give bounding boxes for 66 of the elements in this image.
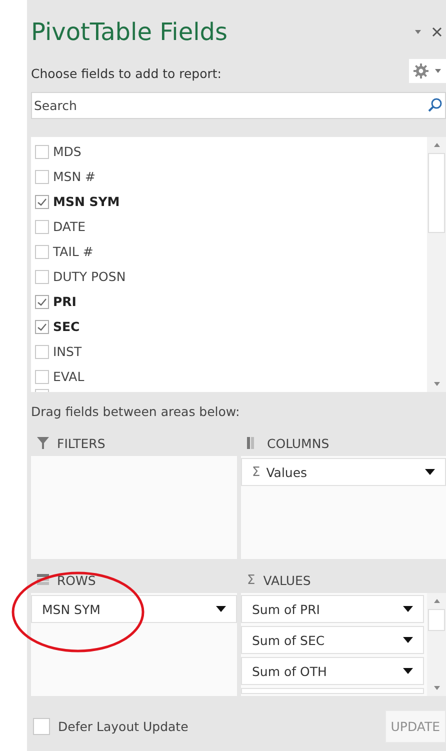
- drop-area[interactable]: Sum of PRI Sum of SEC Sum of OTH: [241, 593, 446, 696]
- field-name[interactable]: PRI: [53, 294, 76, 309]
- checkbox[interactable]: [35, 194, 49, 208]
- drag-hint: Drag fields between areas below:: [31, 404, 241, 421]
- checkbox[interactable]: [35, 244, 49, 258]
- field-name[interactable]: TAIL #: [53, 244, 94, 259]
- pill-label: MSN SYM: [42, 602, 102, 616]
- field-pill[interactable]: Sum of SEC: [241, 626, 424, 654]
- checkbox[interactable]: [35, 294, 49, 308]
- field-pill[interactable]: Sum of PRI: [241, 595, 424, 623]
- close-icon[interactable]: [432, 27, 442, 37]
- instruction-text: Choose fields to add to report:: [31, 66, 223, 80]
- checkbox[interactable]: [35, 270, 49, 284]
- area-title: VALUES: [263, 572, 311, 588]
- checkbox[interactable]: [35, 220, 49, 234]
- checkbox[interactable]: [35, 344, 49, 358]
- field-name[interactable]: DATE: [53, 219, 86, 234]
- field-name[interactable]: SEC: [53, 319, 80, 334]
- scroll-down-icon[interactable]: [432, 684, 442, 692]
- field-pill[interactable]: Σ Values: [241, 458, 446, 486]
- checkbox[interactable]: [35, 144, 49, 158]
- pill-label: Sum of OTH: [252, 664, 328, 678]
- scroll-thumb[interactable]: [428, 609, 445, 631]
- sigma-icon: Σ: [247, 572, 256, 588]
- drop-area[interactable]: Σ Values: [241, 456, 446, 559]
- scrollbar[interactable]: [427, 137, 446, 392]
- drop-area[interactable]: MSN SYM: [31, 593, 237, 696]
- pane-title: PivotTable Fields: [31, 18, 228, 46]
- scrollbar[interactable]: [427, 593, 446, 696]
- field-name[interactable]: MSN SYM: [53, 194, 120, 209]
- scroll-thumb[interactable]: [428, 153, 445, 233]
- filter-icon: [37, 437, 49, 449]
- area-title: COLUMNS: [267, 436, 330, 450]
- field-name[interactable]: INST: [53, 344, 82, 359]
- dropdown-icon: [403, 606, 413, 612]
- area-title: FILTERS: [57, 436, 106, 450]
- search-field[interactable]: Search: [31, 92, 446, 119]
- dropdown-icon: [403, 637, 413, 643]
- scroll-up-icon[interactable]: [432, 141, 442, 149]
- scroll-down-icon[interactable]: [432, 380, 442, 388]
- field-name[interactable]: MSN #: [53, 169, 96, 184]
- settings-button[interactable]: [409, 59, 446, 83]
- rows-icon: [37, 574, 49, 586]
- field-pill[interactable]: MSN SYM: [31, 595, 237, 623]
- field-pill[interactable]: Sum of OTH: [241, 657, 424, 685]
- field-name[interactable]: MDS: [53, 144, 82, 159]
- area-title: ROWS: [57, 572, 96, 588]
- dropdown-icon: [425, 469, 435, 475]
- checkbox[interactable]: [33, 718, 50, 735]
- settings-icon: [413, 63, 429, 79]
- dropdown-icon: [216, 606, 226, 612]
- caret-icon[interactable]: [414, 29, 422, 35]
- scroll-up-icon[interactable]: [432, 597, 442, 605]
- checkbox[interactable]: [35, 320, 49, 334]
- pill-label: Values: [266, 464, 308, 480]
- field-name[interactable]: EVAL: [53, 369, 84, 384]
- caret-icon: [434, 68, 442, 74]
- checkbox-label: Defer Layout Update: [58, 719, 190, 734]
- dropdown-icon: [403, 668, 413, 674]
- pill-label: Sum of SEC: [252, 632, 326, 648]
- search-icon: [427, 97, 443, 113]
- pill-label: Sum of PRI: [252, 602, 321, 616]
- checkbox[interactable]: [35, 170, 49, 184]
- checkbox[interactable]: [35, 370, 49, 384]
- sigma-icon: Σ: [252, 464, 260, 480]
- field-name[interactable]: DUTY POSN: [53, 269, 126, 284]
